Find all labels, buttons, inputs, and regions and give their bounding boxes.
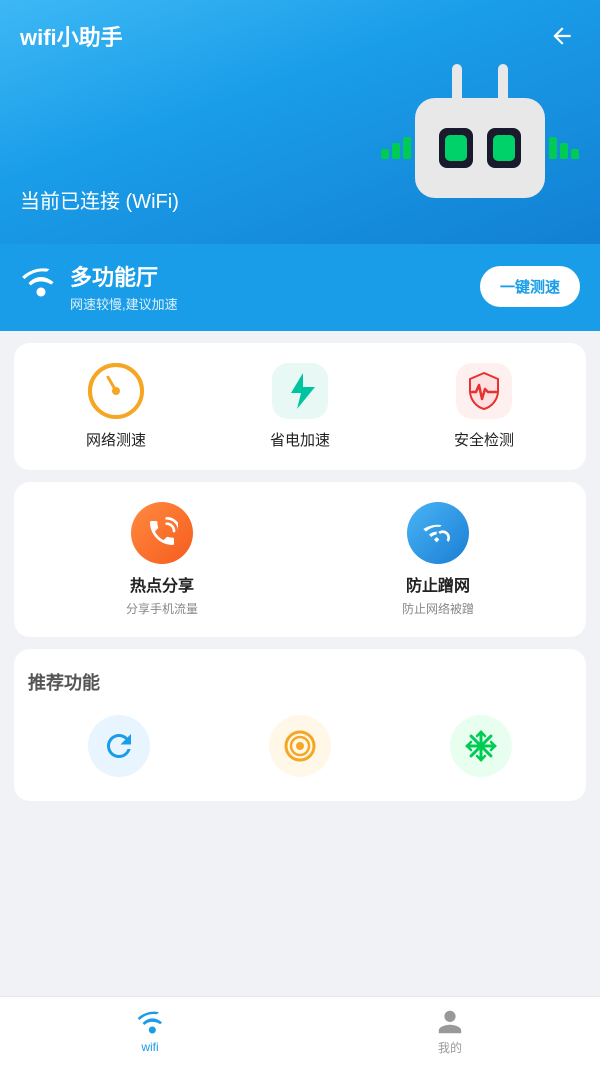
robot-pupil-right <box>493 135 515 161</box>
hotspot-label: 热点分享 <box>130 572 194 596</box>
protect-icon-wrap <box>407 502 469 564</box>
recommended-title: 推荐功能 <box>28 669 572 695</box>
antenna-right <box>498 64 508 102</box>
feature-grid: 网络测速 省电加速 安全检测 <box>24 363 576 450</box>
feature-security[interactable]: 安全检测 <box>392 363 576 450</box>
protect-label: 防止蹭网 <box>406 572 470 596</box>
signal-bars-left <box>381 137 411 159</box>
speed-icon-wrap <box>88 363 144 419</box>
sub-title: 网速较慢,建议加速 <box>70 294 178 313</box>
hotspot-icon-wrap <box>131 502 193 564</box>
info-titles: 多功能厅 网速较慢,建议加速 <box>70 260 178 313</box>
connection-status: 当前已连接 (WiFi) <box>20 175 179 244</box>
app-title: wifi小助手 <box>20 20 123 52</box>
rec-cool-icon-wrap <box>450 715 512 777</box>
hotspot-sublabel: 分享手机流量 <box>126 600 198 617</box>
power-icon-wrap <box>272 363 328 419</box>
sbar <box>549 137 557 159</box>
signal-bars-right <box>549 137 579 159</box>
nav-item-profile[interactable]: 我的 <box>300 1002 600 1062</box>
info-left: 多功能厅 网速较慢,建议加速 <box>20 260 178 313</box>
robot-illustration <box>380 64 580 244</box>
nav-spacer <box>0 813 600 893</box>
hero-section: wifi小助手 当前已连接 (WiFi) <box>0 0 600 244</box>
rec-flow-icon-wrap <box>269 715 331 777</box>
speed-test-label: 网络测速 <box>86 429 146 450</box>
feature-speed-test[interactable]: 网络测速 <box>24 363 208 450</box>
feature-power-save[interactable]: 省电加速 <box>208 363 392 450</box>
main-features-card: 网络测速 省电加速 安全检测 <box>14 343 586 470</box>
main-title: 多功能厅 <box>70 260 178 292</box>
info-strip: 多功能厅 网速较慢,建议加速 一键测速 <box>0 244 600 331</box>
power-save-label: 省电加速 <box>270 429 330 450</box>
wifi-icon-strip <box>20 265 56 309</box>
feature-grid-2: 热点分享 分享手机流量 防止蹭网 防止网络被蹭 <box>24 502 576 617</box>
antenna-left <box>452 64 462 102</box>
rec-item-flow[interactable] <box>269 715 331 777</box>
rec-item-cool[interactable] <box>450 715 512 777</box>
sbar <box>560 143 568 159</box>
robot-antennas <box>452 64 508 102</box>
nav-user-icon <box>436 1008 464 1036</box>
rec-item-call[interactable] <box>88 715 150 777</box>
hero-content: 当前已连接 (WiFi) <box>20 64 580 244</box>
back-icon <box>549 23 575 49</box>
nav-wifi-icon <box>136 1009 164 1037</box>
rec-grid <box>28 715 572 777</box>
robot-pupil-left <box>445 135 467 161</box>
bottom-nav: wifi 我的 <box>0 996 600 1066</box>
robot-row <box>381 98 579 198</box>
sbar <box>403 137 411 159</box>
robot-head <box>415 98 545 198</box>
secondary-features-card: 热点分享 分享手机流量 防止蹭网 防止网络被蹭 <box>14 482 586 637</box>
nav-profile-label: 我的 <box>438 1039 462 1056</box>
speed-test-button[interactable]: 一键测速 <box>480 266 580 307</box>
sbar <box>571 149 579 159</box>
sbar <box>392 143 400 159</box>
rec-call-icon-wrap <box>88 715 150 777</box>
robot <box>380 64 580 198</box>
back-button[interactable] <box>544 18 580 54</box>
sbar <box>381 149 389 159</box>
protect-sublabel: 防止网络被蹭 <box>402 600 474 617</box>
recommended-card: 推荐功能 <box>14 649 586 801</box>
feature-protect[interactable]: 防止蹭网 防止网络被蹭 <box>300 502 576 617</box>
security-label: 安全检测 <box>454 429 514 450</box>
shield-icon-wrap <box>456 363 512 419</box>
top-bar: wifi小助手 <box>20 0 580 64</box>
robot-eye-left <box>439 128 473 168</box>
robot-eye-right <box>487 128 521 168</box>
nav-item-wifi[interactable]: wifi <box>0 1003 300 1060</box>
feature-hotspot[interactable]: 热点分享 分享手机流量 <box>24 502 300 617</box>
nav-wifi-label: wifi <box>141 1040 158 1054</box>
